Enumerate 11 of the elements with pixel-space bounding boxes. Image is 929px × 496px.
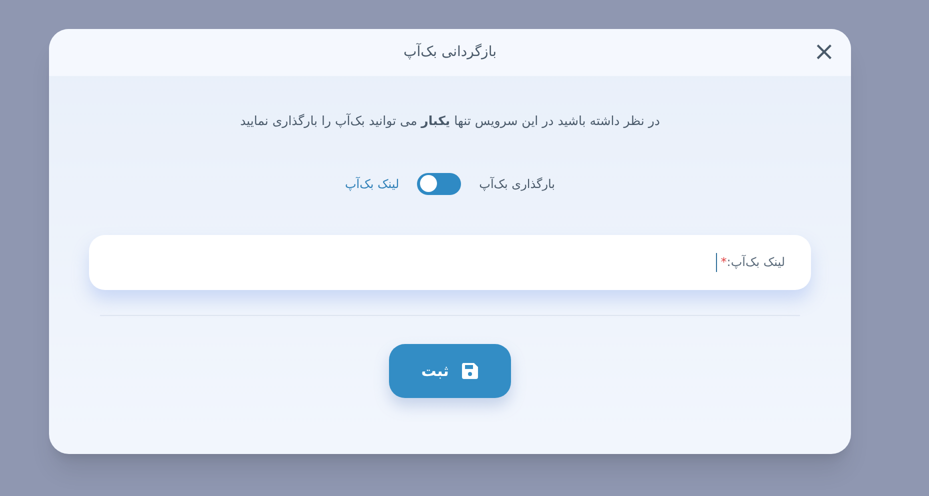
close-button[interactable]: ×: [813, 39, 835, 65]
submit-button[interactable]: ثبت: [389, 344, 511, 398]
required-mark: *: [720, 254, 727, 272]
switch-option[interactable]: بارگذاری بک‌آپ: [479, 174, 556, 193]
notice-text: در نظر داشته باشید در این سرویس تنها یکبار می توانید بک‌آپ را بارگذاری نمایید: [240, 112, 660, 130]
dialog-title: بازگردانی بک‌آپ: [404, 42, 496, 62]
field-label: لینک بک‌آپ:: [726, 254, 785, 272]
toggle-switch[interactable]: [417, 172, 462, 195]
text-cursor: [716, 252, 717, 272]
link-input-field[interactable]: لینک بک‌آپ:*: [89, 234, 811, 290]
switch-option[interactable]: لینک بک‌آپ: [344, 174, 400, 193]
